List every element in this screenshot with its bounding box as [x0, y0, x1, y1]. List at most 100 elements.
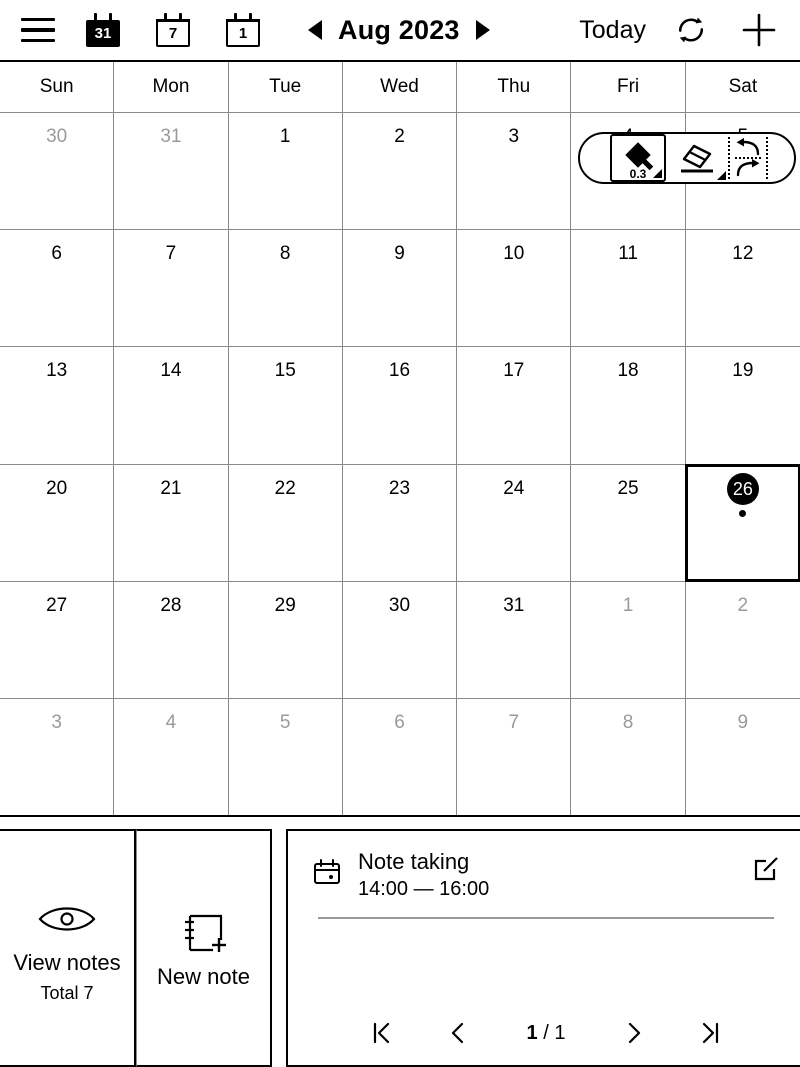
day-number: 3	[508, 126, 520, 147]
day-cell[interactable]: 16	[343, 347, 458, 464]
day-cell[interactable]: 6	[0, 230, 115, 347]
day-cell[interactable]: 6	[343, 698, 458, 816]
note-card: Note taking 14:00 — 16:00 1 / 1	[286, 829, 800, 1067]
calendar-week-icon[interactable]: 7	[150, 7, 196, 53]
note-card-texts: Note taking 14:00 — 16:00	[358, 849, 489, 901]
day-cell[interactable]: 13	[0, 347, 115, 464]
day-cell[interactable]: 9	[686, 699, 800, 815]
day-cell[interactable]: 2	[343, 113, 458, 230]
edit-square-icon[interactable]	[752, 855, 780, 883]
month-navigation: Aug 2023	[308, 15, 490, 46]
day-cell[interactable]: 24	[457, 464, 572, 581]
page-last-icon[interactable]	[696, 1019, 724, 1047]
day-cell[interactable]: 3	[457, 113, 572, 230]
week-row: 20 21 22 23 24 25 26	[0, 463, 800, 582]
view-notes-button[interactable]: View notes Total 7	[0, 829, 136, 1067]
pen-toolbar-handle-right[interactable]	[768, 134, 794, 182]
day-cell[interactable]: 7	[457, 698, 572, 816]
day-cell[interactable]: 2	[686, 582, 800, 698]
day-number: 24	[503, 477, 525, 499]
day-cell[interactable]: 8	[229, 230, 343, 347]
month-view-label: 31	[94, 25, 112, 42]
day-cell[interactable]: 17	[457, 347, 572, 464]
new-note-button[interactable]: New note	[136, 829, 272, 1067]
calendar-day-icon[interactable]: 1	[220, 7, 266, 53]
weekday-header: Mon	[114, 62, 229, 112]
day-cell[interactable]: 21	[114, 464, 229, 581]
page-prev-icon[interactable]	[444, 1019, 472, 1047]
view-notes-total: Total 7	[40, 983, 94, 1003]
day-cell[interactable]: 26	[684, 463, 800, 582]
marker-pen-icon[interactable]: 0.3	[610, 134, 666, 182]
day-cell[interactable]: 27	[0, 581, 115, 698]
note-title: Note taking	[358, 849, 470, 874]
new-note-label: New note	[157, 964, 250, 989]
day-number: 6	[394, 711, 405, 733]
week-row: 13 14 15 16 17 18 19	[0, 347, 800, 465]
page-title: Aug 2023	[338, 14, 460, 45]
day-cell[interactable]: 22	[229, 464, 343, 581]
day-cell[interactable]: 25	[571, 464, 686, 581]
day-number: 5	[279, 711, 291, 733]
redo-arrow-icon[interactable]	[733, 159, 763, 178]
day-cell[interactable]: 1	[571, 581, 686, 698]
day-cell[interactable]: 5	[229, 698, 343, 816]
day-number: 18	[617, 360, 639, 382]
plus-icon[interactable]	[736, 7, 782, 53]
pen-toolbar-handle[interactable]	[580, 134, 610, 182]
pen-submenu-indicator[interactable]	[653, 169, 662, 178]
day-number: 7	[165, 243, 177, 265]
day-cell[interactable]: 30	[343, 581, 458, 698]
day-cell[interactable]: 14	[114, 347, 229, 464]
day-cell[interactable]: 8	[571, 698, 686, 816]
page-total: 1	[554, 1021, 566, 1044]
day-number: 31	[503, 594, 525, 616]
day-number: 23	[388, 477, 411, 499]
day-cell[interactable]: 18	[571, 347, 686, 464]
day-cell[interactable]: 30	[0, 113, 115, 230]
eye-icon	[36, 892, 98, 946]
hamburger-menu-icon[interactable]	[18, 7, 58, 53]
day-number: 17	[503, 360, 525, 382]
day-cell[interactable]: 9	[343, 230, 458, 347]
day-cell[interactable]: 31	[114, 113, 229, 230]
day-cell[interactable]: 7	[114, 230, 229, 347]
day-number: 10	[503, 243, 525, 265]
weekday-header: Tue	[229, 62, 343, 112]
page-separator: /	[537, 1021, 555, 1044]
day-cell[interactable]: 20	[0, 464, 115, 581]
day-cell[interactable]: 31	[457, 581, 572, 698]
triangle-left-icon[interactable]	[308, 20, 322, 40]
page-first-icon[interactable]	[368, 1019, 396, 1047]
hamburger-line	[21, 17, 55, 22]
day-cell[interactable]: 23	[343, 464, 458, 581]
day-cell[interactable]: 10	[457, 230, 572, 347]
day-cell[interactable]: 15	[229, 347, 343, 464]
day-cell[interactable]: 29	[229, 581, 343, 698]
day-cell[interactable]: 28	[114, 581, 229, 698]
day-cell[interactable]: 4	[114, 698, 229, 816]
note-content-area[interactable]	[312, 919, 780, 1019]
day-cell[interactable]: 1	[229, 113, 343, 230]
triangle-right-icon[interactable]	[475, 20, 490, 40]
day-number: 8	[622, 711, 634, 733]
day-number: 16	[388, 360, 411, 382]
eraser-submenu-indicator[interactable]	[717, 171, 726, 180]
day-cell[interactable]: 12	[686, 230, 800, 346]
day-number: 22	[274, 477, 296, 499]
day-cell[interactable]: 11	[571, 230, 686, 347]
eraser-icon[interactable]	[666, 134, 728, 182]
sync-refresh-icon[interactable]	[668, 7, 714, 53]
day-cell[interactable]: 3	[0, 698, 115, 816]
day-cell[interactable]: 19	[686, 347, 800, 463]
undo-arrow-icon[interactable]	[733, 138, 763, 157]
page-next-icon[interactable]	[620, 1019, 648, 1047]
today-button[interactable]: Today	[579, 16, 646, 45]
day-number: 9	[394, 243, 405, 265]
week-row: 3 4 5 6 7 8 9	[0, 698, 800, 818]
calendar-month-icon[interactable]: 31	[80, 7, 126, 53]
day-number: 6	[51, 243, 62, 265]
note-time: 14:00 — 16:00	[358, 878, 490, 900]
hamburger-line	[21, 28, 55, 32]
weekday-header: Sun	[0, 62, 115, 112]
